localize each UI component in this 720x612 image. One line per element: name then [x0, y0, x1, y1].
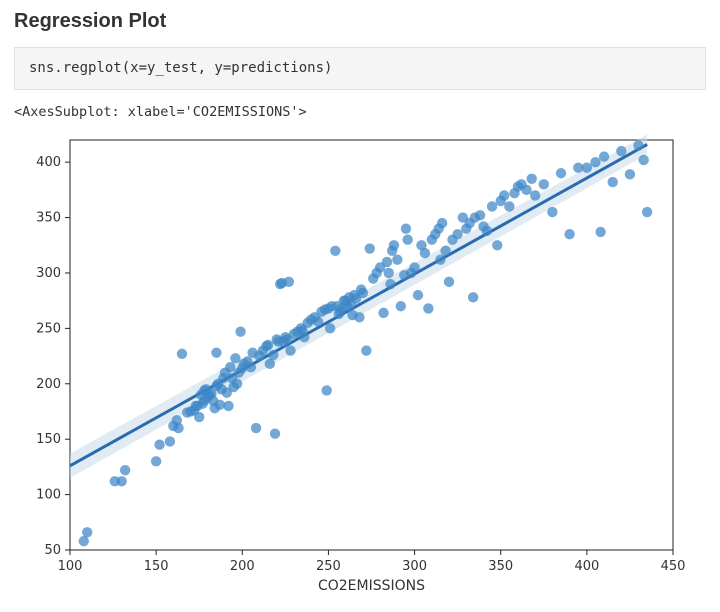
- scatter-point: [556, 168, 566, 178]
- x-tick-label: 200: [230, 559, 255, 574]
- scatter-point: [385, 279, 395, 289]
- scatter-point: [530, 190, 540, 200]
- scatter-point: [225, 362, 235, 372]
- plot-frame: [70, 140, 673, 550]
- scatter-point: [165, 436, 175, 446]
- x-tick-label: 150: [144, 559, 169, 574]
- scatter-point: [639, 155, 649, 165]
- scatter-point: [482, 226, 492, 236]
- scatter-point: [116, 476, 126, 486]
- scatter-point: [82, 527, 92, 537]
- y-tick-label: 200: [36, 377, 61, 392]
- scatter-point: [177, 349, 187, 359]
- scatter-point: [284, 277, 294, 287]
- scatter-point: [608, 177, 618, 187]
- scatter-point: [504, 201, 514, 211]
- scatter-point: [120, 465, 130, 475]
- scatter-point: [270, 428, 280, 438]
- scatter-point: [173, 423, 183, 433]
- x-tick-label: 100: [58, 559, 83, 574]
- scatter-point: [194, 412, 204, 422]
- scatter-point: [299, 332, 309, 342]
- scatter-point: [223, 401, 233, 411]
- scatter-point: [325, 323, 335, 333]
- scatter-point: [409, 262, 419, 272]
- code-cell[interactable]: sns.regplot(x=y_test, y=predictions): [14, 47, 706, 90]
- code-text: sns.regplot(x=y_test, y=predictions): [29, 60, 332, 76]
- scatter-point: [232, 379, 242, 389]
- scatter-point: [492, 240, 502, 250]
- section-heading: Regression Plot: [14, 10, 706, 33]
- scatter-point: [521, 185, 531, 195]
- scatter-point: [378, 308, 388, 318]
- y-tick-label: 50: [44, 543, 61, 558]
- scatter-point: [330, 246, 340, 256]
- x-axis-label: CO2EMISSIONS: [318, 578, 425, 594]
- scatter-point: [361, 345, 371, 355]
- scatter-point: [392, 254, 402, 264]
- scatter-point: [420, 248, 430, 258]
- scatter-point: [401, 223, 411, 233]
- scatter-point: [564, 229, 574, 239]
- scatter-point: [313, 317, 323, 327]
- output-repr: <AxesSubplot: xlabel='CO2EMISSIONS'>: [14, 104, 706, 120]
- scatter-point: [263, 340, 273, 350]
- y-tick-label: 350: [36, 211, 61, 226]
- scatter-point: [413, 290, 423, 300]
- scatter-point: [475, 210, 485, 220]
- scatter-point: [444, 277, 454, 287]
- scatter-point: [435, 254, 445, 264]
- scatter-point: [322, 385, 332, 395]
- scatter-point: [235, 327, 245, 337]
- y-tick-label: 150: [36, 432, 61, 447]
- scatter-point: [354, 312, 364, 322]
- scatter-point: [365, 243, 375, 253]
- scatter-point: [358, 288, 368, 298]
- scatter-point: [154, 440, 164, 450]
- scatter-point: [384, 268, 394, 278]
- scatter-point: [265, 359, 275, 369]
- x-tick-label: 300: [402, 559, 427, 574]
- scatter-point: [487, 201, 497, 211]
- y-tick-label: 300: [36, 266, 61, 281]
- scatter-point: [211, 348, 221, 358]
- scatter-point: [268, 350, 278, 360]
- scatter-point: [547, 207, 557, 217]
- scatter-point: [582, 163, 592, 173]
- scatter-point: [423, 303, 433, 313]
- scatter-point: [396, 301, 406, 311]
- x-tick-label: 250: [316, 559, 341, 574]
- x-tick-label: 450: [661, 559, 685, 574]
- scatter-point: [402, 235, 412, 245]
- scatter-point: [527, 174, 537, 184]
- scatter-point: [616, 146, 626, 156]
- scatter-point: [151, 456, 161, 466]
- y-tick-label: 100: [36, 488, 61, 503]
- y-tick-label: 400: [36, 155, 61, 170]
- scatter-point: [285, 345, 295, 355]
- scatter-point: [599, 151, 609, 161]
- scatter-point: [79, 536, 89, 546]
- scatter-point: [625, 169, 635, 179]
- scatter-point: [539, 179, 549, 189]
- scatter-point: [642, 207, 652, 217]
- scatter-point: [251, 423, 261, 433]
- scatter-point: [382, 257, 392, 267]
- scatter-point: [633, 140, 643, 150]
- scatter-point: [440, 246, 450, 256]
- scatter-point: [452, 229, 462, 239]
- scatter-point: [437, 218, 447, 228]
- scatter-point: [590, 157, 600, 167]
- scatter-point: [595, 227, 605, 237]
- y-tick-label: 250: [36, 321, 61, 336]
- scatter-point: [499, 190, 509, 200]
- x-tick-label: 350: [488, 559, 513, 574]
- scatter-point: [389, 240, 399, 250]
- regression-chart: 1001502002503003504004505010015020025030…: [20, 128, 685, 598]
- scatter-point: [230, 353, 240, 363]
- scatter-point: [468, 292, 478, 302]
- x-tick-label: 400: [574, 559, 599, 574]
- scatter-point: [246, 362, 256, 372]
